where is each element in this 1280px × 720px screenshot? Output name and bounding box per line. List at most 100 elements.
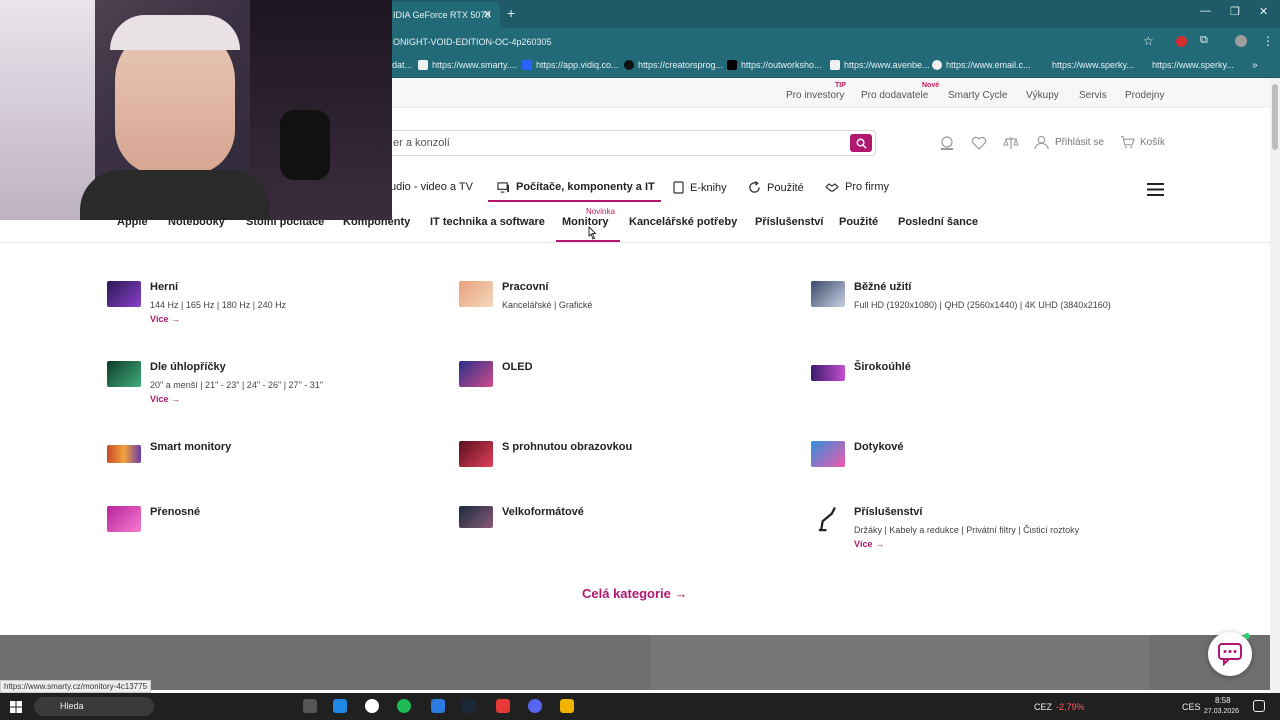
monitor-thumbnail: [107, 445, 141, 463]
more-label: Více: [854, 539, 873, 549]
arrow-right-icon: →: [674, 586, 688, 601]
new-tab-icon[interactable]: +: [507, 5, 515, 21]
app-icon[interactable]: [431, 699, 445, 713]
bookmark-label: https://www.email.c...: [946, 60, 1031, 70]
windows-start-icon[interactable]: [10, 701, 22, 713]
clock-date[interactable]: 27.03.2026: [1204, 708, 1239, 715]
compare-scale-icon[interactable]: [1002, 135, 1020, 151]
search-button[interactable]: [850, 134, 872, 152]
app-icon[interactable]: [496, 699, 510, 713]
notification-icon[interactable]: [1253, 700, 1265, 712]
catnav-computers[interactable]: Počítače, komponenty a IT: [497, 181, 655, 193]
heart-icon[interactable]: [970, 135, 988, 151]
top-link[interactable]: Servis: [1079, 90, 1107, 101]
status-bar-url: https://www.smarty.cz/monitory-4c13775: [0, 680, 152, 693]
minimize-icon[interactable]: —: [1200, 5, 1211, 17]
more-label: Více: [150, 314, 169, 324]
catnav-used[interactable]: Použité: [748, 181, 804, 194]
browser-tab[interactable]: IDIA GeForce RTX 5070 ✕: [385, 2, 500, 28]
subnav-item[interactable]: Kancelářské potřeby: [629, 216, 737, 228]
category-title: Velkoformátové: [502, 506, 584, 518]
cart-link[interactable]: Košík: [1120, 135, 1165, 149]
more-link[interactable]: Více →: [854, 539, 884, 549]
bookmark[interactable]: https://www.smarty....: [418, 60, 517, 70]
top-link[interactable]: Pro dodavatele: [861, 90, 928, 101]
bookmark-favicon-icon: [418, 60, 428, 70]
webcam-shirt: [80, 170, 270, 220]
monitor-thumbnail: [459, 361, 493, 387]
spotify-icon[interactable]: [397, 699, 411, 713]
taskbar-search[interactable]: Hleda: [34, 697, 154, 716]
stock-ticker[interactable]: CEZ: [1034, 702, 1052, 712]
login-link[interactable]: Přihlásit se: [1034, 135, 1104, 150]
bookmarks-overflow-icon[interactable]: »: [1252, 60, 1258, 71]
tip-badge: TIP: [835, 82, 846, 89]
language-indicator[interactable]: CES: [1182, 702, 1201, 712]
catnav-business[interactable]: Pro firmy: [825, 181, 889, 193]
catnav-ebooks[interactable]: E-knihy: [673, 181, 727, 194]
bookmark[interactable]: https://www.email.c...: [932, 60, 1031, 70]
subnav-item[interactable]: Použité: [839, 216, 878, 228]
monitor-thumbnail: [459, 506, 493, 528]
bookmark[interactable]: https://creatorsprog...: [624, 60, 723, 70]
more-link[interactable]: Více →: [150, 314, 180, 324]
monitor-thumbnail: [107, 281, 141, 307]
online-dot: [1244, 633, 1250, 639]
bookmark[interactable]: https://outworksho...: [727, 60, 822, 70]
subnav-item[interactable]: Příslušenství: [755, 216, 823, 228]
steam-icon[interactable]: [462, 699, 476, 713]
chat-button[interactable]: [1208, 632, 1252, 676]
close-window-icon[interactable]: ✕: [1259, 5, 1268, 18]
top-link[interactable]: Smarty Cycle: [948, 90, 1007, 101]
page-scrollbar[interactable]: [1270, 78, 1280, 693]
chrome-icon[interactable]: [365, 699, 379, 713]
more-link[interactable]: Více →: [150, 394, 180, 404]
mouse-cursor-icon: [588, 226, 597, 240]
search-input[interactable]: [389, 131, 829, 155]
bookmark-label: https://www.sperky...: [1052, 60, 1134, 70]
monitor-thumbnail: [459, 281, 493, 307]
extension-icon[interactable]: [1176, 36, 1187, 47]
all-category-link[interactable]: Celá kategorie →: [582, 586, 688, 601]
category-title: Běžné užití: [854, 281, 912, 293]
bookmark-favicon-icon: [1038, 60, 1048, 70]
hamburger-menu-icon[interactable]: [1147, 183, 1164, 201]
close-tab-icon[interactable]: ✕: [483, 8, 492, 21]
category-title: Širokoúhlé: [854, 361, 911, 373]
top-link[interactable]: Výkupy: [1026, 90, 1059, 101]
top-link[interactable]: Prodejny: [1125, 90, 1164, 101]
restore-icon[interactable]: ❐: [1230, 5, 1240, 18]
subnav-item-monitors[interactable]: Monitory: [562, 216, 608, 228]
discord-icon[interactable]: [528, 699, 542, 713]
category-title: S prohnutou obrazovkou: [502, 441, 633, 453]
all-category-label: Celá kategorie: [582, 586, 671, 601]
scrollbar-thumb[interactable]: [1272, 84, 1278, 150]
bookmark[interactable]: https://www.sperky...: [1038, 60, 1134, 70]
category-subtitle: Kancelářské | Grafické: [502, 300, 593, 310]
catnav-label: E-knihy: [690, 181, 727, 194]
profile-avatar-icon[interactable]: [1235, 35, 1247, 47]
category-title: Herní: [150, 281, 179, 293]
support-icon[interactable]: [938, 135, 956, 151]
bookmark[interactable]: https://www.sperky...: [1138, 60, 1234, 70]
file-explorer-icon[interactable]: [333, 699, 347, 713]
category-title: Přenosné: [150, 506, 201, 518]
subnav-item[interactable]: Poslední šance: [898, 216, 978, 228]
bookmark[interactable]: https://app.vidiq.co...: [522, 60, 619, 70]
task-view-icon[interactable]: [303, 699, 317, 713]
kebab-menu-icon[interactable]: ⋮: [1262, 34, 1274, 48]
extensions-puzzle-icon[interactable]: ⧉: [1200, 34, 1208, 47]
novinka-badge: Novinka: [586, 207, 615, 216]
bookmark[interactable]: https://www.avenbe...: [830, 60, 930, 70]
new-badge: Nové: [922, 82, 940, 89]
bookmark-label: https://www.avenbe...: [844, 60, 930, 70]
catnav-audio[interactable]: udio - video a TV: [390, 181, 473, 193]
star-icon[interactable]: ☆: [1143, 34, 1154, 48]
monitor-thumbnail: [459, 441, 493, 467]
bookmark-label: dat...: [392, 60, 413, 70]
clock-time[interactable]: 8:58: [1215, 696, 1231, 705]
app-icon[interactable]: [560, 699, 574, 713]
top-link[interactable]: Pro investory: [786, 90, 844, 101]
subnav-item[interactable]: IT technika a software: [430, 216, 545, 228]
bookmark[interactable]: dat...: [392, 60, 412, 70]
